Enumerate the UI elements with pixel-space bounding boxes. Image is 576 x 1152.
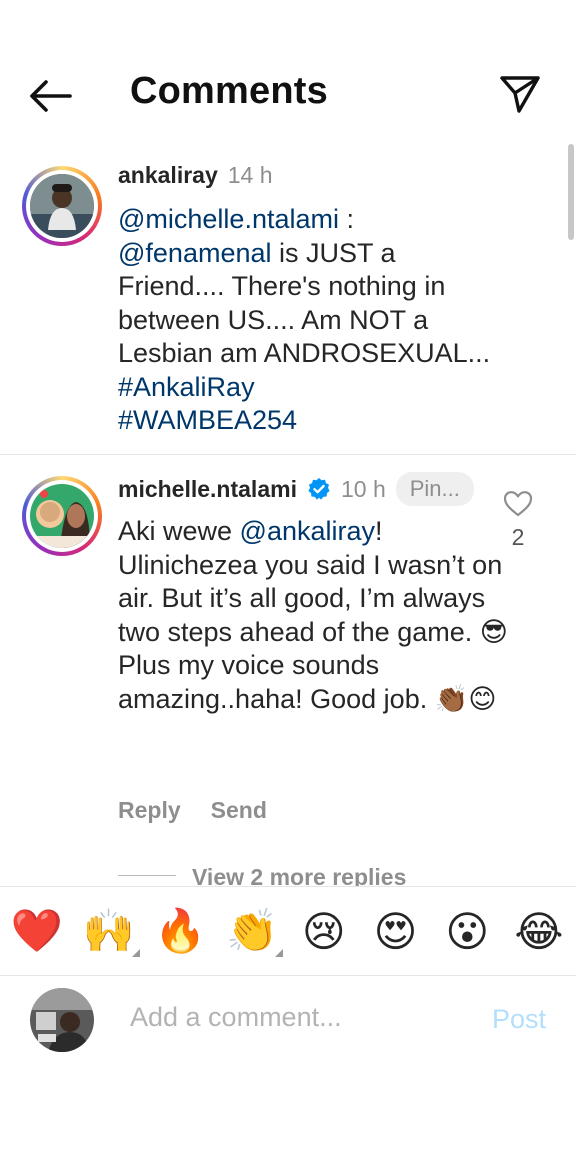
back-button[interactable] (26, 72, 74, 120)
comment-username[interactable]: michelle.ntalami (118, 476, 297, 503)
surprised-face-emoji[interactable]: 😮 (442, 903, 492, 959)
quick-emoji-bar: ❤️ 🙌 🔥 👏 😢 😍 😮 😂 (0, 886, 576, 976)
comment-composer: Post (0, 976, 576, 1076)
mention-link[interactable]: @michelle.ntalami (118, 204, 339, 234)
header-bar: Comments (0, 0, 576, 150)
skin-tone-indicator-icon (131, 949, 140, 957)
mention-link[interactable]: @fenamenal (118, 238, 272, 268)
tears-of-joy-emoji[interactable]: 😂 (514, 903, 564, 959)
comment-input[interactable] (130, 1002, 460, 1033)
view-more-replies[interactable]: View 2 more replies (118, 862, 406, 888)
hashtag-link[interactable]: #WAMBEA254 (118, 405, 297, 435)
heart-emoji[interactable]: ❤️ (11, 903, 63, 959)
pinned-badge: Pin... (395, 472, 474, 506)
comment-meta: ankaliray 14 h (118, 162, 273, 189)
verified-badge-icon (308, 478, 330, 500)
raising-hands-emoji[interactable]: 🙌 (83, 903, 140, 959)
comment-text-segment: : (338, 204, 354, 234)
heart-eyes-emoji[interactable]: 😍 (371, 903, 421, 959)
view-more-label: View 2 more replies (192, 863, 407, 889)
clapping-hands-emoji[interactable]: 👏 (226, 903, 284, 959)
post-button[interactable]: Post (492, 1004, 546, 1035)
crying-face-emoji[interactable]: 😢 (299, 903, 349, 959)
scrollbar[interactable] (568, 144, 574, 240)
skin-tone-indicator-icon (275, 949, 284, 957)
heart-outline-icon[interactable] (503, 490, 533, 518)
back-arrow-icon (30, 80, 72, 112)
comment-timestamp: 10 h (340, 475, 386, 502)
comment-text-segment: Aki wewe (118, 516, 240, 546)
avatar[interactable] (22, 476, 102, 556)
comment-username[interactable]: ankaliray (118, 162, 218, 189)
like-count: 2 (511, 524, 525, 550)
send-button[interactable]: Send (211, 797, 267, 824)
hashtag-link[interactable]: #AnkaliRay (118, 372, 255, 402)
share-button[interactable] (496, 70, 544, 118)
comment-text: Aki wewe @ankaliray! Ulinichezea you sai… (118, 515, 508, 716)
comment-text: @michelle.ntalami : @fenamenal is JUST a … (118, 203, 508, 438)
comment-timestamp: 14 h (227, 162, 273, 188)
avatar[interactable] (22, 166, 102, 246)
page-title: Comments (130, 70, 328, 112)
paper-plane-icon (500, 76, 540, 113)
reply-button[interactable]: Reply (118, 797, 181, 824)
fire-emoji[interactable]: 🔥 (154, 903, 206, 959)
caption-divider (0, 454, 576, 455)
replies-line-divider (118, 874, 176, 876)
mention-link[interactable]: @ankaliray (240, 516, 375, 546)
comment-actions: Reply Send (118, 797, 267, 824)
like-area: 2 (498, 490, 538, 551)
avatar (30, 988, 94, 1052)
comment-meta: michelle.ntalami 10 h Pin... (118, 472, 474, 506)
